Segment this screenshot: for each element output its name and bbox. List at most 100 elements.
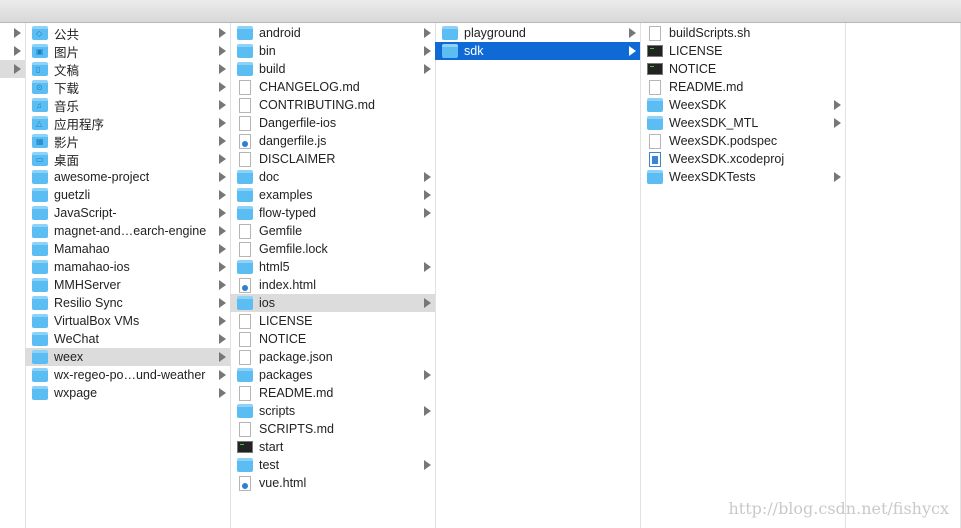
list-item[interactable]: sdk [435, 42, 640, 60]
list-item[interactable] [0, 42, 25, 60]
list-item[interactable]: flow-typed [230, 204, 435, 222]
disclosure-arrow-icon[interactable] [219, 100, 226, 110]
disclosure-arrow-icon[interactable] [424, 262, 431, 272]
list-item[interactable] [0, 24, 25, 42]
list-item[interactable]: Dangerfile-ios [230, 114, 435, 132]
list-item[interactable]: README.md [640, 78, 845, 96]
disclosure-arrow-icon[interactable] [219, 226, 226, 236]
disclosure-arrow-icon[interactable] [219, 208, 226, 218]
list-item[interactable]: mamahao-ios [25, 258, 230, 276]
list-item[interactable]: CHANGELOG.md [230, 78, 435, 96]
list-item[interactable]: dangerfile.js [230, 132, 435, 150]
disclosure-arrow-icon[interactable] [219, 244, 226, 254]
list-item[interactable]: LICENSE [640, 42, 845, 60]
list-item[interactable]: android [230, 24, 435, 42]
disclosure-arrow-icon[interactable] [219, 316, 226, 326]
disclosure-arrow-icon[interactable] [219, 190, 226, 200]
disclosure-arrow-icon[interactable] [424, 298, 431, 308]
list-item[interactable]: ◇ 公共 [25, 24, 230, 42]
list-item[interactable]: SCRIPTS.md [230, 420, 435, 438]
list-item[interactable]: ⊙ 下载 [25, 78, 230, 96]
list-item[interactable]: ▭ 桌面 [25, 150, 230, 168]
list-item[interactable]: Resilio Sync [25, 294, 230, 312]
list-item[interactable]: NOTICE [640, 60, 845, 78]
list-item[interactable]: JavaScript- [25, 204, 230, 222]
disclosure-arrow-icon[interactable] [219, 262, 226, 272]
disclosure-arrow-icon[interactable] [424, 370, 431, 380]
list-item[interactable]: bin [230, 42, 435, 60]
list-item[interactable]: vue.html [230, 474, 435, 492]
disclosure-arrow-icon[interactable] [424, 460, 431, 470]
list-item[interactable]: playground [435, 24, 640, 42]
list-item[interactable]: WeexSDK_MTL [640, 114, 845, 132]
disclosure-arrow-icon[interactable] [424, 64, 431, 74]
list-item[interactable]: ▯ 文稿 [25, 60, 230, 78]
list-item[interactable]: Gemfile.lock [230, 240, 435, 258]
disclosure-arrow-icon[interactable] [219, 118, 226, 128]
list-item[interactable]: guetzli [25, 186, 230, 204]
list-item[interactable]: WeexSDK.podspec [640, 132, 845, 150]
list-item[interactable]: package.json [230, 348, 435, 366]
list-item[interactable]: NOTICE [230, 330, 435, 348]
disclosure-arrow-icon[interactable] [219, 64, 226, 74]
disclosure-arrow-icon[interactable] [219, 154, 226, 164]
list-item[interactable]: packages [230, 366, 435, 384]
disclosure-arrow-icon[interactable] [14, 64, 21, 74]
list-item[interactable]: start [230, 438, 435, 456]
list-item[interactable]: WeexSDKTests [640, 168, 845, 186]
list-item[interactable]: ios [230, 294, 435, 312]
disclosure-arrow-icon[interactable] [834, 118, 841, 128]
disclosure-arrow-icon[interactable] [424, 190, 431, 200]
disclosure-arrow-icon[interactable] [219, 370, 226, 380]
list-item[interactable]: CONTRIBUTING.md [230, 96, 435, 114]
list-item[interactable]: wxpage [25, 384, 230, 402]
list-item[interactable]: Gemfile [230, 222, 435, 240]
disclosure-arrow-icon[interactable] [834, 100, 841, 110]
disclosure-arrow-icon[interactable] [219, 388, 226, 398]
list-item[interactable]: VirtualBox VMs [25, 312, 230, 330]
disclosure-arrow-icon[interactable] [219, 352, 226, 362]
list-item[interactable]: README.md [230, 384, 435, 402]
disclosure-arrow-icon[interactable] [424, 46, 431, 56]
disclosure-arrow-icon[interactable] [834, 172, 841, 182]
disclosure-arrow-icon[interactable] [219, 82, 226, 92]
list-item[interactable]: doc [230, 168, 435, 186]
disclosure-arrow-icon[interactable] [424, 406, 431, 416]
disclosure-arrow-icon[interactable] [424, 208, 431, 218]
list-item[interactable]: ▣ 图片 [25, 42, 230, 60]
disclosure-arrow-icon[interactable] [219, 28, 226, 38]
disclosure-arrow-icon[interactable] [14, 28, 21, 38]
list-item[interactable]: DISCLAIMER [230, 150, 435, 168]
disclosure-arrow-icon[interactable] [629, 28, 636, 38]
list-item[interactable]: examples [230, 186, 435, 204]
list-item[interactable] [0, 60, 25, 78]
list-item[interactable]: ▦ 影片 [25, 132, 230, 150]
list-item[interactable]: wx-regeo-po…und-weather [25, 366, 230, 384]
list-item[interactable]: test [230, 456, 435, 474]
disclosure-arrow-icon[interactable] [219, 298, 226, 308]
disclosure-arrow-icon[interactable] [219, 334, 226, 344]
list-item[interactable]: index.html [230, 276, 435, 294]
list-item[interactable]: buildScripts.sh [640, 24, 845, 42]
disclosure-arrow-icon[interactable] [424, 28, 431, 38]
disclosure-arrow-icon[interactable] [219, 172, 226, 182]
list-item[interactable]: MMHServer [25, 276, 230, 294]
list-item[interactable]: Mamahao [25, 240, 230, 258]
list-item[interactable]: △ 应用程序 [25, 114, 230, 132]
disclosure-arrow-icon[interactable] [14, 46, 21, 56]
list-item[interactable]: weex [25, 348, 230, 366]
list-item[interactable]: magnet-and…earch-engine [25, 222, 230, 240]
list-item[interactable]: build [230, 60, 435, 78]
list-item[interactable]: scripts [230, 402, 435, 420]
list-item[interactable]: awesome-project [25, 168, 230, 186]
disclosure-arrow-icon[interactable] [219, 136, 226, 146]
list-item[interactable]: ♫ 音乐 [25, 96, 230, 114]
disclosure-arrow-icon[interactable] [219, 280, 226, 290]
list-item[interactable]: html5 [230, 258, 435, 276]
list-item[interactable]: WeexSDK.xcodeproj [640, 150, 845, 168]
list-item[interactable]: LICENSE [230, 312, 435, 330]
list-item[interactable]: WeexSDK [640, 96, 845, 114]
disclosure-arrow-icon[interactable] [219, 46, 226, 56]
list-item[interactable]: WeChat [25, 330, 230, 348]
disclosure-arrow-icon[interactable] [424, 172, 431, 182]
